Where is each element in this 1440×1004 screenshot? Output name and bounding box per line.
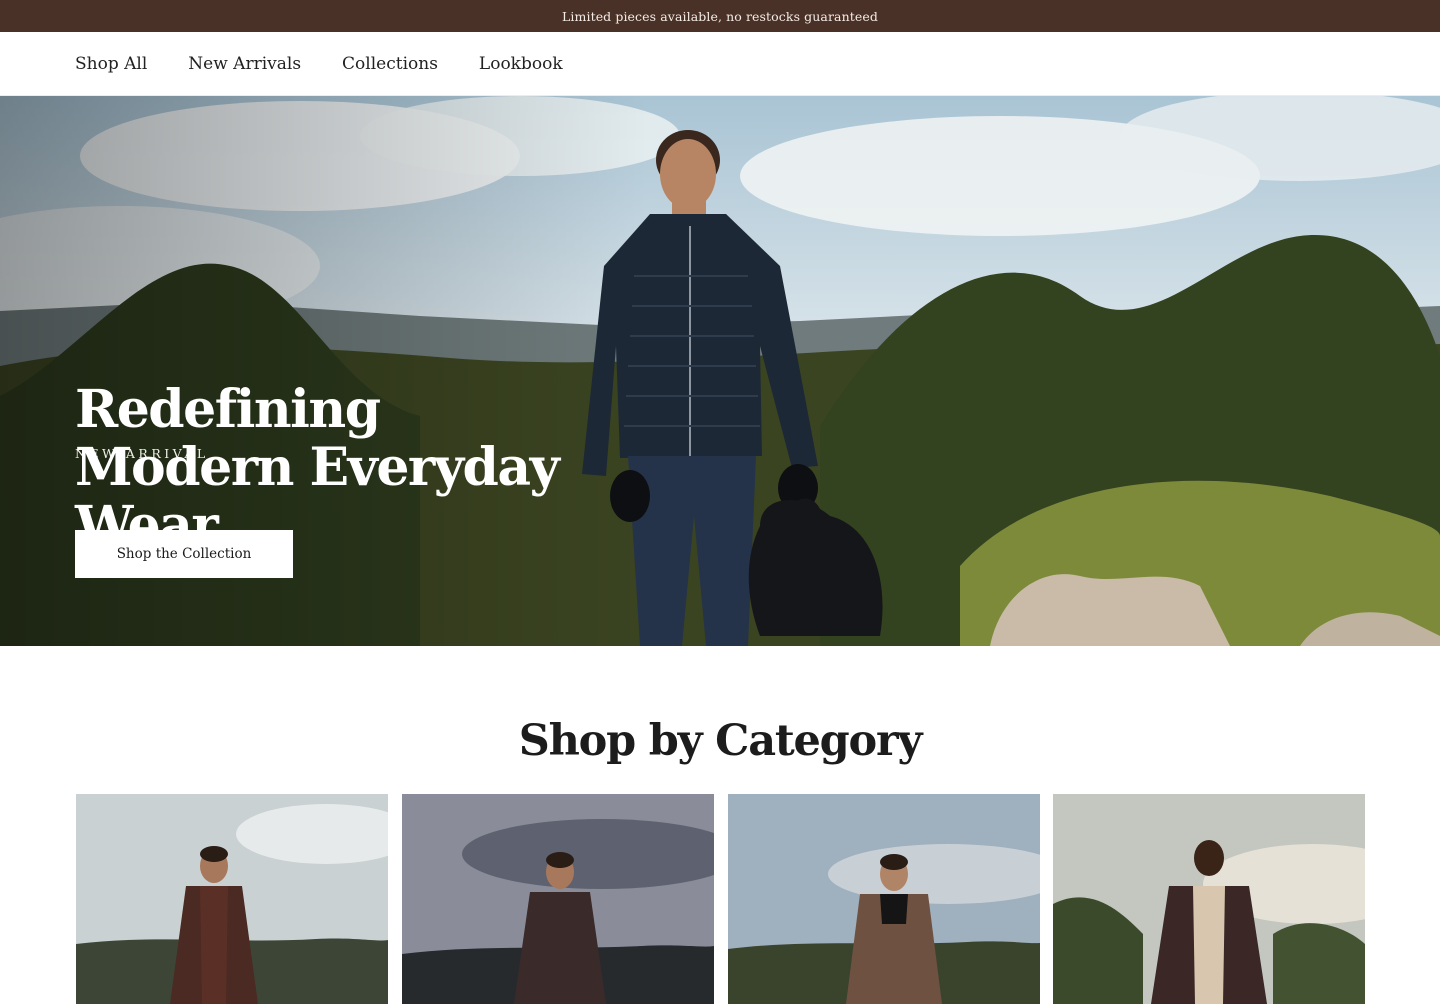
category-image-1 — [76, 794, 388, 1004]
category-card-3[interactable] — [728, 794, 1040, 1004]
nav-shop-all[interactable]: Shop All — [75, 54, 147, 74]
main-nav: Shop All New Arrivals Collections Lookbo… — [0, 32, 1440, 96]
nav-new-arrivals[interactable]: New Arrivals — [188, 54, 301, 74]
nav-collections[interactable]: Collections — [342, 54, 438, 74]
category-card-2[interactable] — [402, 794, 714, 1004]
category-image-3 — [728, 794, 1040, 1004]
hero-banner: NEW ARRIVAL Redefining Modern Everyday W… — [0, 96, 1440, 646]
category-grid — [76, 794, 1365, 1004]
category-card-1[interactable] — [76, 794, 388, 1004]
category-card-4[interactable] — [1053, 794, 1365, 1004]
category-image-4 — [1053, 794, 1365, 1004]
section-title: Shop by Category — [518, 716, 923, 766]
announcement-text: Limited pieces available, no restocks gu… — [562, 8, 878, 24]
hero-title: Redefining Modern Everyday Wear — [75, 379, 560, 556]
shop-collection-button[interactable]: Shop the Collection — [75, 530, 293, 578]
announcement-bar: Limited pieces available, no restocks gu… — [0, 0, 1440, 32]
category-image-2 — [402, 794, 714, 1004]
nav-lookbook[interactable]: Lookbook — [479, 54, 563, 74]
